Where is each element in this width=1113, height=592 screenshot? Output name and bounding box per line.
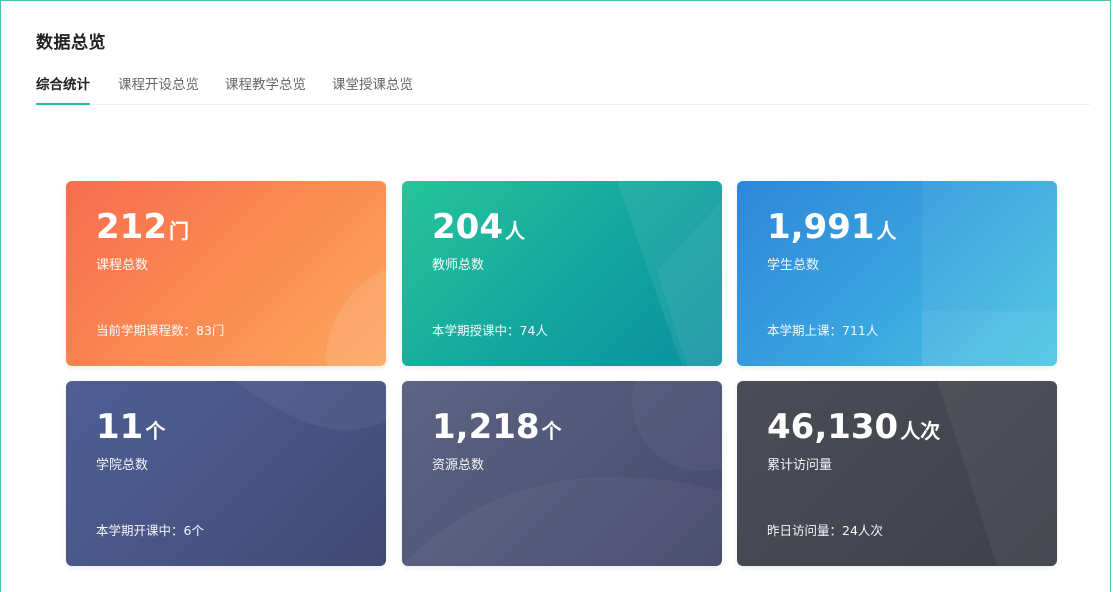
college-count-label: 学院总数 [96, 458, 149, 473]
tab-class-lecture-overview[interactable]: 课堂授课总览 [332, 73, 413, 104]
tab-bar: 综合统计 课程开设总览 课程教学总览 课堂授课总览 [36, 73, 1090, 105]
tab-course-offering-overview[interactable]: 课程开设总览 [118, 73, 199, 104]
student-count-value: 1,991 人 [767, 207, 897, 247]
course-count-value: 212 门 [96, 207, 189, 247]
visit-count-value: 46,130 人次 [767, 407, 941, 447]
resource-count-label: 资源总数 [432, 458, 485, 473]
teacher-count-card[interactable]: 204 人 教师总数 本学期授课中：74人 [402, 181, 722, 366]
resource-count-card[interactable]: 1,218 个 资源总数 [402, 381, 722, 566]
teacher-count-label: 教师总数 [432, 258, 485, 273]
resource-count-value: 1,218 个 [432, 407, 562, 447]
student-count-card[interactable]: 1,991 人 学生总数 本学期上课：711人 [737, 181, 1057, 366]
page-title: 数据总览 [36, 33, 106, 53]
current-term-course-count: 当前学期课程数：83门 [96, 323, 225, 338]
tab-comprehensive-stats[interactable]: 综合统计 [36, 73, 90, 105]
visit-count-label: 累计访问量 [767, 458, 833, 473]
teachers-teaching-this-term: 本学期授课中：74人 [432, 323, 548, 338]
dashboard-panel: 数据总览 综合统计 课程开设总览 课程教学总览 课堂授课总览 212 门 课程总数… [0, 0, 1111, 592]
college-count-card[interactable]: 11 个 学院总数 本学期开课中：6个 [66, 381, 386, 566]
tab-course-teaching-overview[interactable]: 课程教学总览 [225, 73, 306, 104]
student-count-label: 学生总数 [767, 258, 820, 273]
teacher-count-value: 204 人 [432, 207, 525, 247]
students-in-class-this-term: 本学期上课：711人 [767, 323, 879, 338]
visit-count-card[interactable]: 46,130 人次 累计访问量 昨日访问量：24人次 [737, 381, 1057, 566]
course-count-card[interactable]: 212 门 课程总数 当前学期课程数：83门 [66, 181, 386, 366]
course-count-label: 课程总数 [96, 258, 149, 273]
yesterday-visits: 昨日访问量：24人次 [767, 523, 883, 538]
colleges-offering-this-term: 本学期开课中：6个 [96, 523, 204, 538]
college-count-value: 11 个 [96, 407, 166, 447]
